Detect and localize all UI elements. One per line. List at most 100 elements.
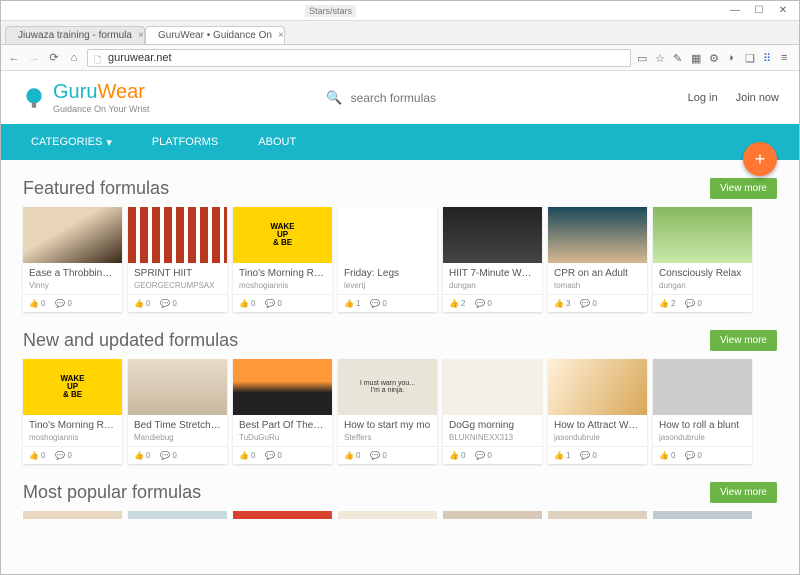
formula-card[interactable]: SPRINT HIITGEORGECRUMPSAX👍0💬0 — [128, 207, 227, 312]
home-icon[interactable]: ⌂ — [67, 51, 81, 65]
page-info-icon[interactable]: 🗋 — [94, 53, 104, 63]
formula-card[interactable]: Bed Time Stretches Mandiebug 👍0 💬0 — [128, 359, 227, 464]
close-window-button[interactable]: ✕ — [771, 4, 795, 18]
comments: 💬0 — [685, 451, 701, 460]
card-title: How to start my mo — [344, 420, 431, 431]
logo[interactable]: GuruWear Guidance On Your Wrist — [21, 81, 149, 114]
menu-icon[interactable]: ≡ — [781, 52, 793, 64]
reload-icon[interactable]: ⟳ — [47, 51, 61, 65]
view-more-button[interactable]: View more — [710, 178, 777, 199]
formula-card[interactable]: Consciously Relaxdungan👍2💬0 — [653, 207, 752, 312]
url-input[interactable]: 🗋 guruwear.net — [87, 49, 631, 67]
search-box[interactable]: 🔍 — [326, 90, 510, 106]
thumb-icon: 👍 — [29, 299, 39, 308]
card-author: dungan — [659, 281, 746, 290]
card-title: DoGg morning — [449, 420, 536, 431]
card-author: TuDuGuRu — [239, 433, 326, 442]
search-icon: 🔍 — [326, 90, 342, 106]
ext-icon[interactable]: ◑ — [727, 52, 739, 64]
comments: 💬0 — [475, 299, 491, 308]
formula-card[interactable]: WAKE UP & BETino's Morning Routmoshogian… — [233, 207, 332, 312]
section-featured: Featured formulas View more Ease a Throb… — [23, 178, 777, 312]
comment-icon: 💬 — [55, 299, 65, 308]
minimize-button[interactable]: — — [723, 4, 747, 18]
card-author: Mandiebug — [134, 433, 221, 442]
comments: 💬0 — [580, 299, 596, 308]
page-viewport: GuruWear Guidance On Your Wrist 🔍 Log in… — [1, 71, 799, 574]
add-fab-button[interactable]: + — [743, 142, 777, 176]
card-author: moshogiannis — [239, 281, 326, 290]
search-input[interactable] — [351, 91, 511, 105]
ext-translate-icon[interactable]: ⠿ — [763, 52, 775, 64]
nav-platforms[interactable]: PLATFORMS — [152, 136, 218, 148]
likes: 👍0 — [134, 451, 150, 460]
login-link[interactable]: Log in — [688, 92, 718, 104]
ext-gear-icon[interactable]: ⚙ — [709, 52, 721, 64]
card-author: Steffers — [344, 433, 431, 442]
chevron-down-icon: ▾ — [106, 136, 112, 149]
formula-card[interactable]: I must warn you...I'm a ninja. How to sta… — [338, 359, 437, 464]
view-more-button[interactable]: View more — [710, 330, 777, 351]
likes: 👍1 — [344, 299, 360, 308]
section-title: New and updated formulas — [23, 330, 238, 351]
card-row-cutoff — [23, 511, 777, 519]
browser-window: Stars/stars — ☐ ✕ Jiuwaza training - for… — [0, 0, 800, 575]
comments: 💬0 — [265, 451, 281, 460]
browser-tab-active[interactable]: GuruWear • Guidance On× — [145, 26, 285, 44]
ext-icon[interactable]: ▦ — [691, 52, 703, 64]
nav-categories[interactable]: CATEGORIES ▾ — [31, 136, 112, 149]
card-image — [443, 359, 542, 415]
tagline: Guidance On Your Wrist — [53, 104, 149, 114]
card-image — [548, 207, 647, 263]
likes: 👍0 — [239, 299, 255, 308]
formula-card[interactable]: Ease a Throbbing HeVinny👍0💬0 — [23, 207, 122, 312]
card-image — [443, 207, 542, 263]
section-popular: Most popular formulas View more — [23, 482, 777, 519]
address-bar: ← → ⟳ ⌂ 🗋 guruwear.net ▭ ☆ ✎ ▦ ⚙ ◑ ❏ ⠿ ≡ — [1, 45, 799, 71]
tab-close-icon[interactable]: × — [278, 30, 284, 41]
card-author: tomash — [554, 281, 641, 290]
card-title: Tino's Morning Rout — [29, 420, 116, 431]
card-image — [653, 359, 752, 415]
likes: 👍0 — [659, 451, 675, 460]
forward-icon[interactable]: → — [27, 51, 41, 65]
tab-close-icon[interactable]: × — [138, 30, 144, 41]
brand-name: GuruWear — [53, 81, 149, 104]
extension-icons: ▭ ☆ ✎ ▦ ⚙ ◑ ❏ ⠿ ≡ — [637, 52, 793, 64]
card-author: GEORGECRUMPSAX — [134, 281, 221, 290]
comments: 💬0 — [580, 451, 596, 460]
formula-card[interactable]: Best Part Of The DayTuDuGuRu👍0💬0 — [233, 359, 332, 464]
card-image — [128, 359, 227, 415]
maximize-button[interactable]: ☐ — [747, 4, 771, 18]
card-author: jasondubrule — [554, 433, 641, 442]
card-image: I must warn you...I'm a ninja. — [338, 359, 437, 415]
card-image: WAKE UP & BE — [23, 359, 122, 415]
nav-about[interactable]: ABOUT — [258, 136, 296, 148]
ext-star-icon[interactable]: ☆ — [655, 52, 667, 64]
join-link[interactable]: Join now — [736, 92, 779, 104]
ext-icon[interactable]: ❏ — [745, 52, 757, 64]
card-title: Bed Time Stretches — [134, 420, 221, 431]
ext-icon[interactable]: ▭ — [637, 52, 649, 64]
card-title: Friday: Legs — [344, 268, 431, 279]
comments: 💬0 — [370, 299, 386, 308]
formula-card[interactable]: WAKE UP & BETino's Morning Routmoshogian… — [23, 359, 122, 464]
browser-tab[interactable]: Jiuwaza training - formula× — [5, 26, 145, 44]
formula-card[interactable]: How to Attract Womjasondubrule👍1💬0 — [548, 359, 647, 464]
formula-card[interactable]: Friday: Legslevertj👍1💬0 — [338, 207, 437, 312]
back-icon[interactable]: ← — [7, 51, 21, 65]
card-row: WAKE UP & BETino's Morning Routmoshogian… — [23, 359, 777, 464]
likes: 👍0 — [344, 451, 360, 460]
site-header: GuruWear Guidance On Your Wrist 🔍 Log in… — [1, 71, 799, 124]
formula-card[interactable]: How to roll a bluntjasondubrule👍0💬0 — [653, 359, 752, 464]
likes: 👍0 — [239, 451, 255, 460]
view-more-button[interactable]: View more — [710, 482, 777, 503]
ext-icon[interactable]: ✎ — [673, 52, 685, 64]
formula-card[interactable]: CPR on an Adulttomash👍3💬0 — [548, 207, 647, 312]
card-title: Consciously Relax — [659, 268, 746, 279]
comments: 💬0 — [160, 451, 176, 460]
card-author: Vinny — [29, 281, 116, 290]
formula-card[interactable]: HIIT 7-Minute Workodungan👍2💬0 — [443, 207, 542, 312]
likes: 👍2 — [449, 299, 465, 308]
formula-card[interactable]: DoGg morningBLUKNINEXX313👍0💬0 — [443, 359, 542, 464]
